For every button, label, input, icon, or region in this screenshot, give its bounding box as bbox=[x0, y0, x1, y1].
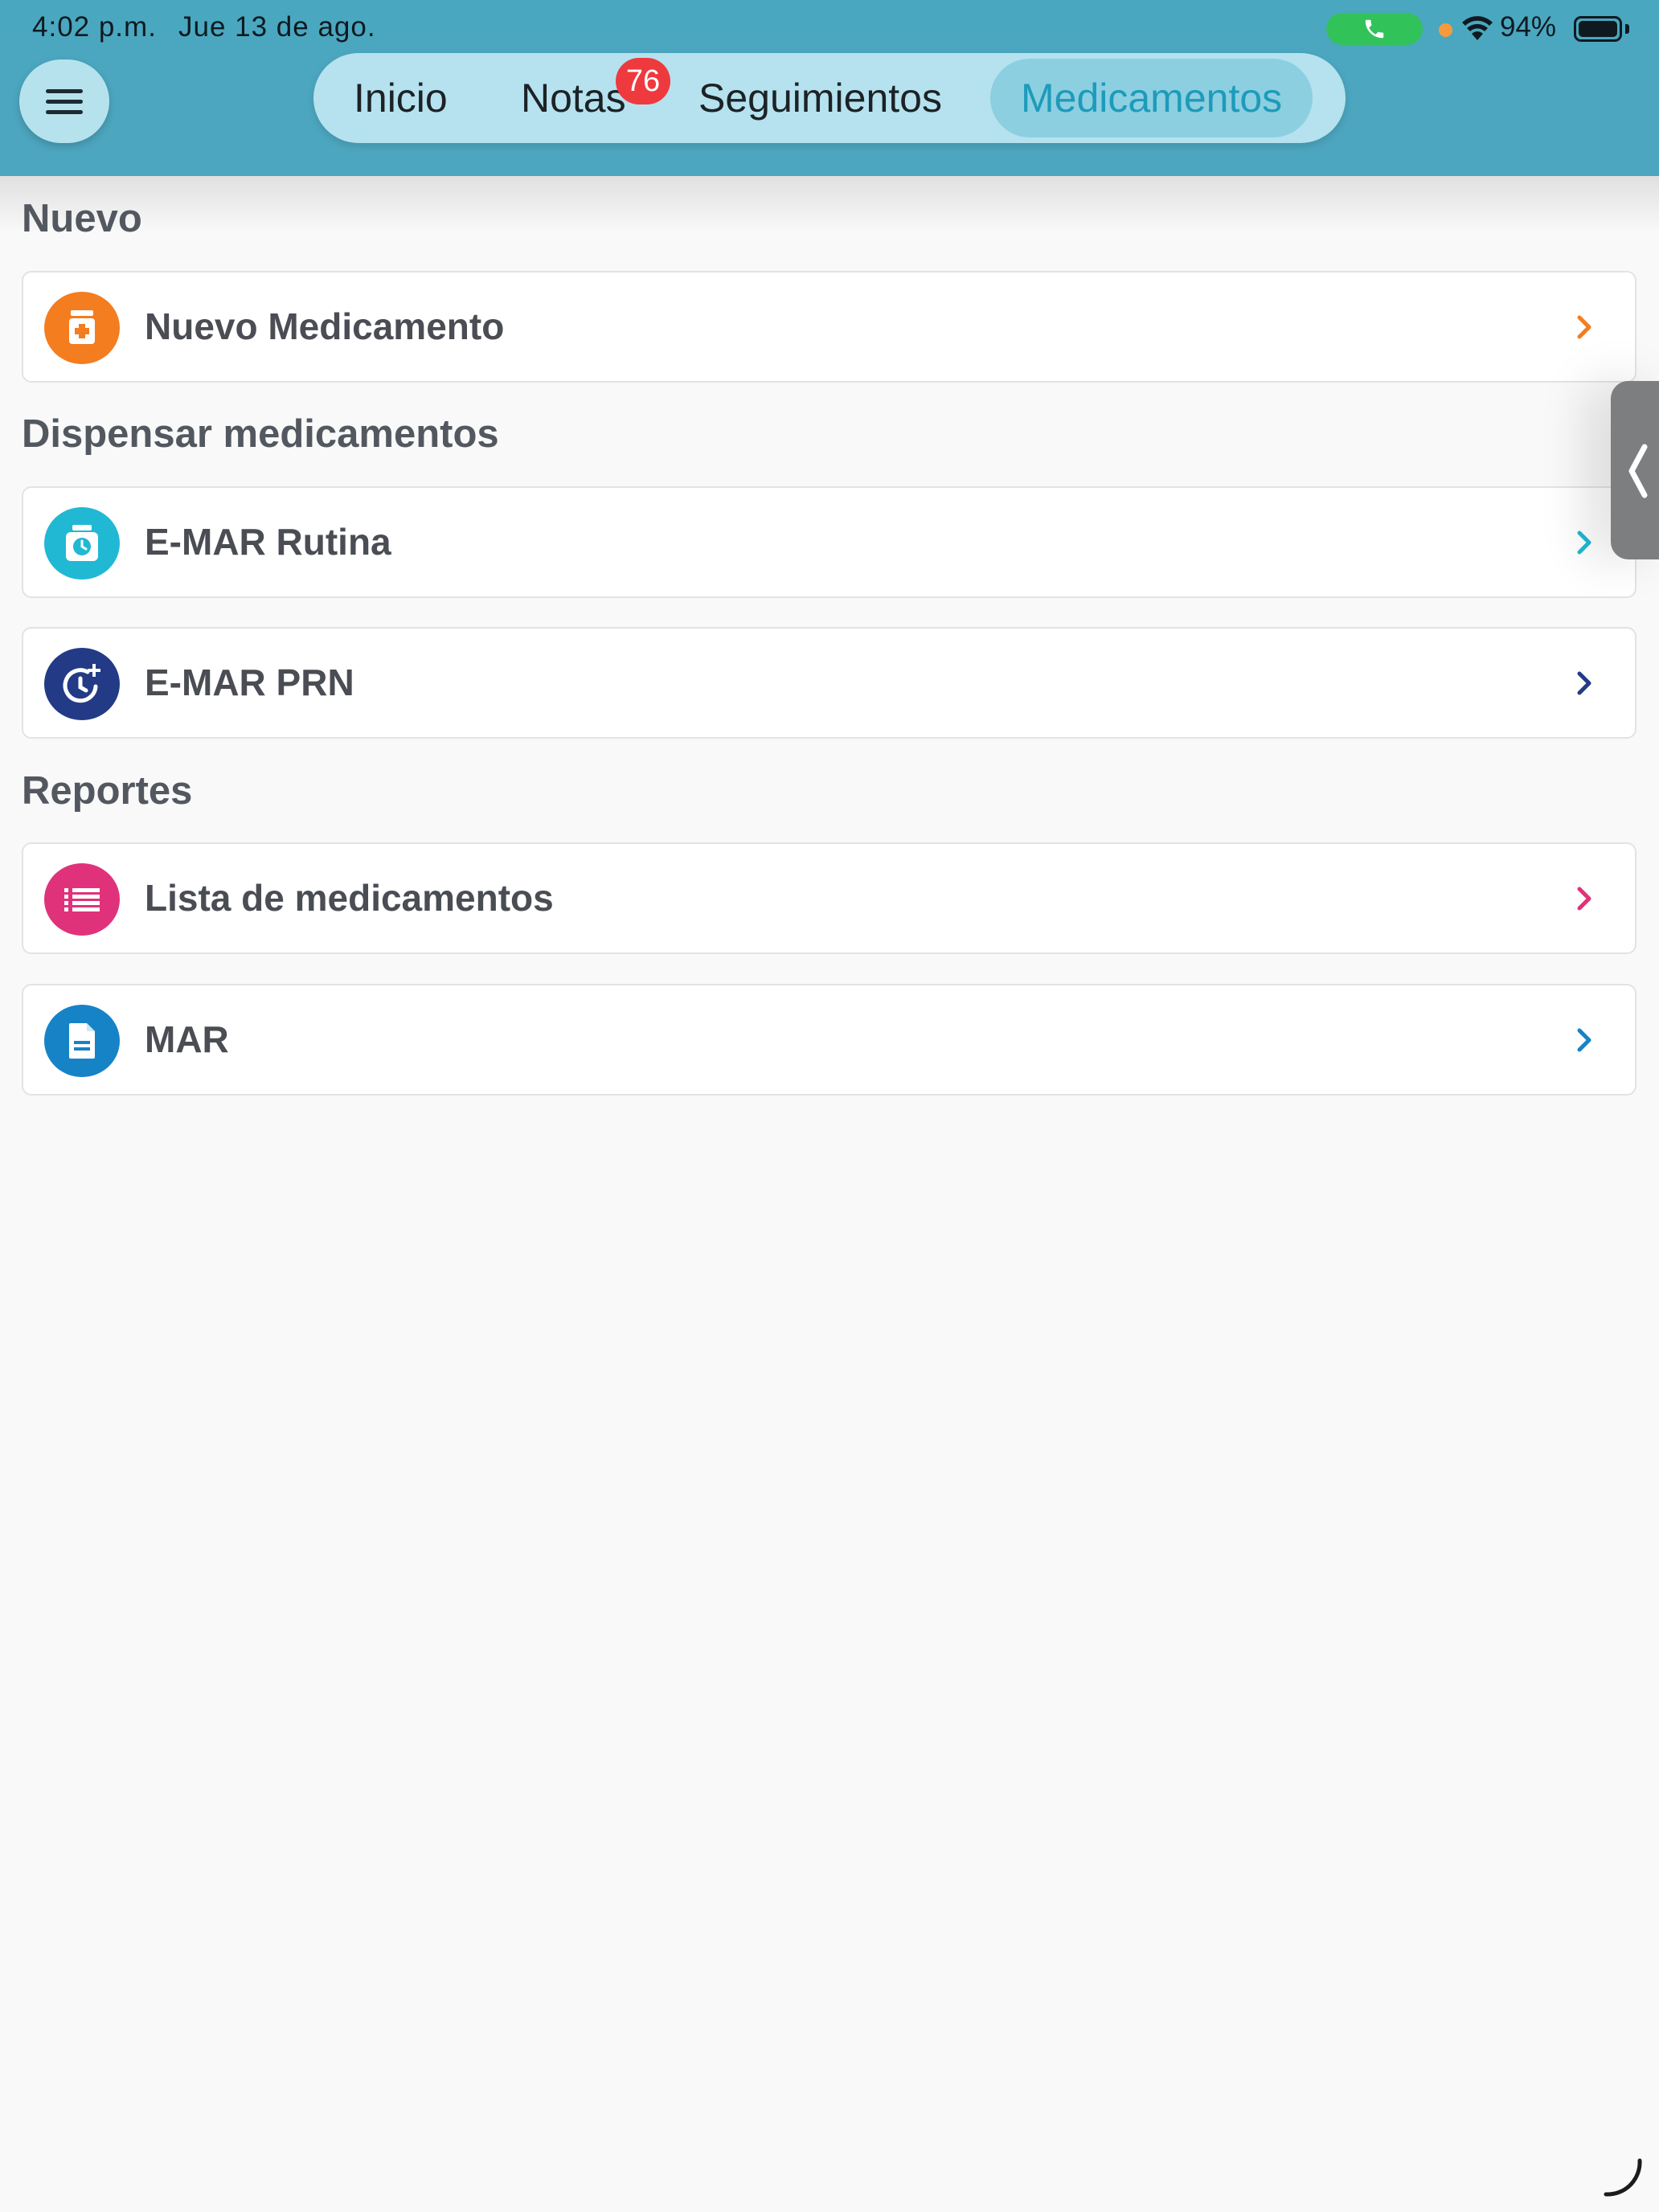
battery-icon bbox=[1574, 16, 1622, 42]
emar-rutina-item[interactable]: E-MAR Rutina bbox=[22, 486, 1636, 598]
chevron-right-icon bbox=[1577, 530, 1591, 555]
menu-icon bbox=[46, 88, 83, 93]
emar-prn-item[interactable]: E-MAR PRN bbox=[22, 627, 1636, 739]
tab-notas[interactable]: Notas bbox=[521, 53, 626, 143]
tab-medicamentos[interactable]: Medicamentos bbox=[990, 59, 1313, 137]
notas-badge: 76 bbox=[616, 58, 670, 104]
tab-inicio[interactable]: Inicio bbox=[354, 53, 448, 143]
resize-corner-icon bbox=[1604, 2158, 1642, 2197]
clock-plus-icon bbox=[44, 648, 120, 720]
battery-tip bbox=[1625, 24, 1629, 34]
tab-seguimientos[interactable]: Seguimientos bbox=[698, 53, 942, 143]
wifi-icon bbox=[1462, 16, 1493, 40]
chevron-left-icon bbox=[1628, 444, 1648, 498]
nuevo-medicamento-label: Nuevo Medicamento bbox=[145, 305, 505, 347]
side-panel-handle[interactable] bbox=[1611, 381, 1659, 559]
emar-rutina-label: E-MAR Rutina bbox=[145, 521, 391, 563]
battery-percentage: 94% bbox=[1500, 11, 1557, 43]
header-shadow bbox=[0, 176, 1659, 232]
list-icon bbox=[44, 863, 120, 936]
menu-button[interactable] bbox=[19, 59, 109, 143]
lista-medicamentos-item[interactable]: Lista de medicamentos bbox=[22, 842, 1636, 954]
mar-label: MAR bbox=[145, 1018, 229, 1060]
call-indicator[interactable] bbox=[1326, 13, 1423, 45]
phone-icon bbox=[1365, 19, 1384, 39]
section-title-reportes: Reportes bbox=[22, 769, 193, 813]
chevron-right-icon bbox=[1577, 671, 1591, 695]
tab-bar: Inicio Notas 76 Seguimientos Medicamento… bbox=[313, 53, 1346, 143]
medicine-clock-icon bbox=[44, 507, 120, 580]
privacy-indicator-dot bbox=[1439, 23, 1452, 37]
nuevo-medicamento-item[interactable]: Nuevo Medicamento bbox=[22, 271, 1636, 383]
chevron-right-icon bbox=[1577, 315, 1591, 339]
section-title-nuevo: Nuevo bbox=[22, 197, 142, 240]
status-time: 4:02 p.m. bbox=[32, 11, 157, 43]
section-title-dispensar: Dispensar medicamentos bbox=[22, 412, 499, 456]
medicine-bottle-icon bbox=[44, 292, 120, 364]
status-date: Jue 13 de ago. bbox=[178, 11, 376, 43]
chevron-right-icon bbox=[1577, 887, 1591, 911]
mar-item[interactable]: MAR bbox=[22, 984, 1636, 1096]
emar-prn-label: E-MAR PRN bbox=[145, 662, 354, 703]
lista-medicamentos-label: Lista de medicamentos bbox=[145, 877, 554, 919]
chevron-right-icon bbox=[1577, 1028, 1591, 1052]
document-icon bbox=[44, 1005, 120, 1077]
